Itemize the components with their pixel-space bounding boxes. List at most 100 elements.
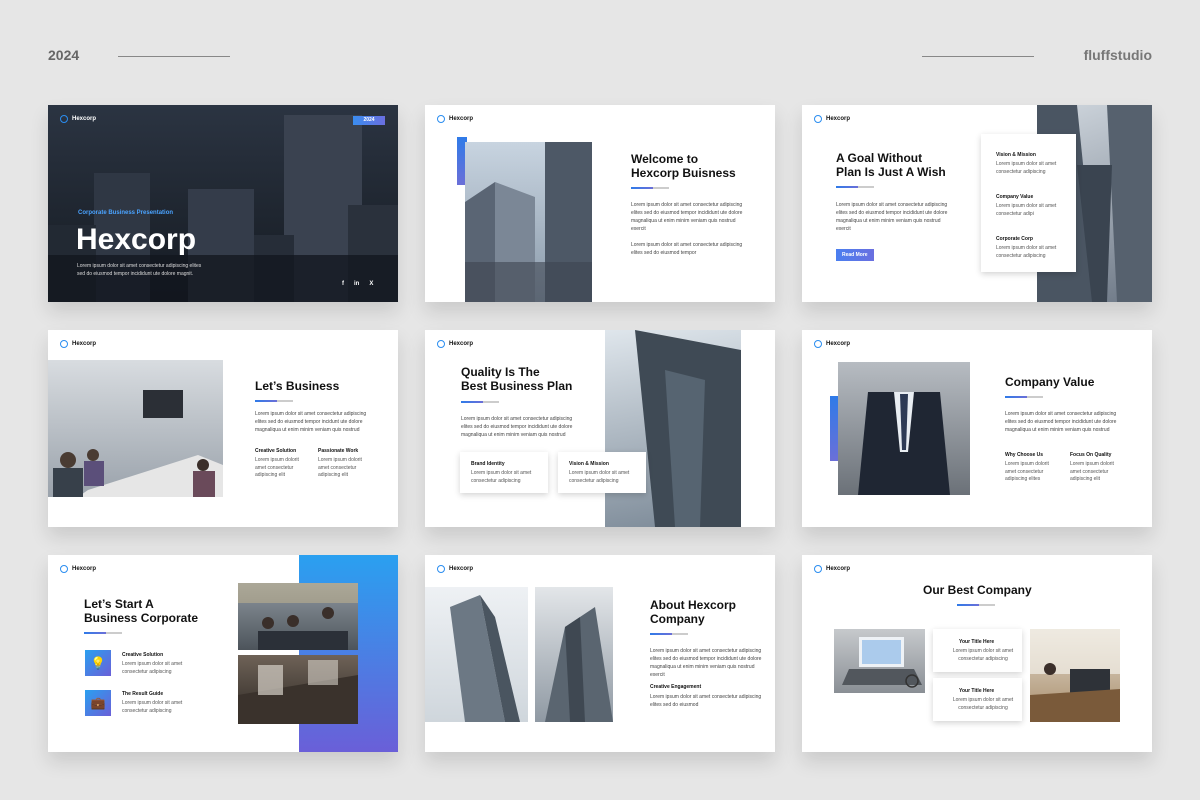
slide-title-line1: Welcome to <box>631 152 699 166</box>
title-underline <box>650 633 688 635</box>
year-badge: 2024 <box>353 116 385 125</box>
col1-text: Lorem ipsum dolorit amet consectetur adi… <box>255 457 299 478</box>
logo-ring-icon <box>437 565 445 573</box>
header-line-left <box>118 56 230 57</box>
logo-ring-icon <box>814 340 822 348</box>
slide-best-company[interactable]: Hexcorp Our Best Company Your Title Here… <box>802 555 1152 752</box>
slide-body: Lorem ipsum dolor sit amet consectetur a… <box>650 648 762 678</box>
header-line-right <box>922 56 1034 57</box>
slide-goal[interactable]: Hexcorp A Goal Without Plan Is Just A Wi… <box>802 105 1152 302</box>
card-item-1-title: Vision & Mission <box>996 152 1036 158</box>
glass-tower-image <box>635 330 741 527</box>
team-photo-top <box>238 583 358 650</box>
header-year: 2024 <box>48 47 80 63</box>
vision-mission-card: Vision & Mission Lorem ipsum dolor sit a… <box>558 452 646 493</box>
slide-title-line1: A Goal Without <box>836 151 923 165</box>
linkedin-icon[interactable]: in <box>354 281 359 287</box>
team-photo-bottom <box>238 655 358 724</box>
title-underline <box>461 401 499 403</box>
slide-body: Lorem ipsum dolor sit amet consectetur a… <box>461 416 573 438</box>
slide-cover[interactable]: Hexcorp 2024 Corporate Business Presenta… <box>48 105 398 302</box>
cover-body: Lorem ipsum dolor sit amet consectetur a… <box>77 263 202 277</box>
col1-text: Lorem ipsum dolorit amet consectetur adi… <box>1005 461 1049 482</box>
slide-title-line2: Plan Is Just A Wish <box>836 165 946 179</box>
logo-text: Hexcorp <box>72 116 97 122</box>
logo-ring-icon <box>814 565 822 573</box>
slide-quality[interactable]: Hexcorp Quality Is The Best Business Pla… <box>425 330 775 527</box>
card-item-1-text: Lorem ipsum dolor sit amet consectetur a… <box>996 161 1057 175</box>
glass-tower-photo <box>605 330 741 527</box>
slide-title-line1: Let’s Start A <box>84 597 154 611</box>
card-text: Lorem ipsum dolor sit amet consectetur a… <box>569 470 630 484</box>
slide-title-line1: About Hexcorp <box>650 598 737 612</box>
card-text: Lorem ipsum dolor sit amet consectetur a… <box>952 697 1014 711</box>
skyscraper-image <box>465 142 592 302</box>
slide-title-line1: Quality Is The <box>461 365 540 379</box>
slide-title: Let’s Business <box>255 379 340 393</box>
cover-title: Hexcorp <box>76 223 197 256</box>
paragraph-2: Lorem ipsum dolor sit amet consectetur a… <box>631 242 743 256</box>
item2-title: The Result Guide <box>122 691 164 697</box>
logo-text: Hexcorp <box>72 341 97 347</box>
logo-text: Hexcorp <box>826 116 851 122</box>
briefcase-icon: 💼 <box>85 690 111 716</box>
title-underline <box>1005 396 1043 398</box>
team-image-top <box>238 583 358 650</box>
card-text: Lorem ipsum dolor sit amet consectetur a… <box>471 470 532 484</box>
card-title: Your Title Here <box>959 639 995 645</box>
card-title: Brand Identity <box>471 461 505 467</box>
logo: Hexcorp <box>60 565 96 573</box>
social-icons: f in X <box>342 281 373 287</box>
logo-text: Hexcorp <box>449 116 474 122</box>
paragraph-1: Lorem ipsum dolor sit amet consectetur a… <box>631 202 743 232</box>
card-item-3-title: Corporate Corp <box>996 236 1033 242</box>
slide-body: Lorem ipsum dolor sit amet consectetur a… <box>255 411 367 433</box>
read-more-button[interactable]: Read More <box>836 249 874 261</box>
logo-ring-icon <box>60 340 68 348</box>
slide-lets-business[interactable]: Hexcorp Let’s Business Lorem ipsum dolor… <box>48 330 398 527</box>
logo: Hexcorp <box>814 340 850 348</box>
logo-ring-icon <box>814 115 822 123</box>
slide-title-line2: Company <box>650 612 705 626</box>
logo: Hexcorp <box>437 565 473 573</box>
foggy-tower-image <box>545 607 613 722</box>
logo-text: Hexcorp <box>72 566 97 572</box>
title-underline <box>836 186 874 188</box>
col2-title: Passionate Work <box>318 448 359 454</box>
col2-text: Lorem ipsum dolorit amet consectetur adi… <box>1070 461 1114 482</box>
card-text: Lorem ipsum dolor sit amet consectetur a… <box>952 648 1014 662</box>
logo-text: Hexcorp <box>449 341 474 347</box>
slide-welcome[interactable]: Hexcorp Welcome to Hexcorp Buisness Lore… <box>425 105 775 302</box>
office-laptop-image <box>1030 629 1120 722</box>
x-icon[interactable]: X <box>369 281 373 287</box>
logo: Hexcorp <box>437 340 473 348</box>
card-item-3-text: Lorem ipsum dolor sit amet consectetur a… <box>996 245 1057 259</box>
logo-text: Hexcorp <box>826 341 851 347</box>
slide-body: Lorem ipsum dolor sit amet consectetur a… <box>836 202 948 232</box>
logo: Hexcorp <box>60 115 96 123</box>
card-title: Your Title Here <box>959 688 995 694</box>
facebook-icon[interactable]: f <box>342 281 344 287</box>
item1-title: Creative Solution <box>122 652 164 658</box>
title-card-1: Your Title Here Lorem ipsum dolor sit am… <box>933 629 1022 672</box>
sub-title: Creative Engagement <box>650 684 702 690</box>
slide-company-value[interactable]: Hexcorp Company Value Lorem ipsum dolor … <box>802 330 1152 527</box>
laptop-image <box>842 637 922 688</box>
card-item-2-text: Lorem ipsum dolor sit amet consectetur a… <box>996 203 1057 217</box>
slide-title: Company Value <box>1005 375 1095 389</box>
slide-start-business[interactable]: Hexcorp Let’s Start A Business Corporate… <box>48 555 398 752</box>
logo-text: Hexcorp <box>826 566 851 572</box>
card-item-2-title: Company Value <box>996 194 1034 200</box>
slide-title-line2: Business Corporate <box>84 611 199 625</box>
col2-title: Focus On Quality <box>1070 452 1112 458</box>
col1-title: Why Choose Us <box>1005 452 1044 458</box>
lightbulb-icon: 💡 <box>85 650 111 676</box>
item1-text: Lorem ipsum dolor sit amet consectetur a… <box>122 661 183 675</box>
card-title: Vision & Mission <box>569 461 609 467</box>
slide-about[interactable]: Hexcorp About Hexcorp Company Lorem ipsu… <box>425 555 775 752</box>
laptop-photo <box>834 629 925 693</box>
col1-title: Creative Solution <box>255 448 297 454</box>
twisted-tower-image <box>450 595 520 722</box>
logo: Hexcorp <box>814 115 850 123</box>
slide-title: Our Best Company <box>923 583 1032 597</box>
